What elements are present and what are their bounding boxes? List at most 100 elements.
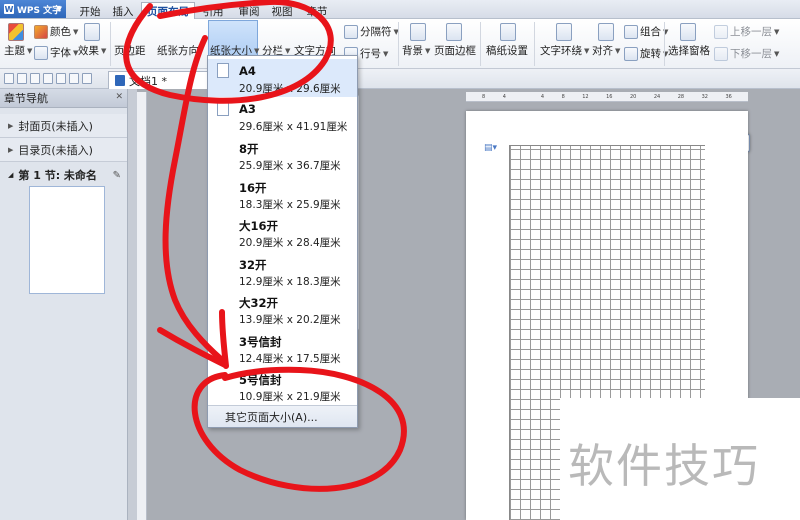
- ruler-tick: 8: [561, 93, 565, 100]
- send-backward-button[interactable]: 下移一层 ▼: [714, 46, 779, 61]
- nav-section-1[interactable]: ◢ 第 1 节: 未命名 ✎: [0, 162, 127, 188]
- paragraph-mark-icon: ▤▾: [484, 143, 498, 153]
- palette-icon: [34, 24, 48, 39]
- watermark-text: 软件技巧: [568, 439, 760, 493]
- paper-dims: 10.9厘米 x 21.9厘米: [239, 391, 341, 403]
- theme-button[interactable]: 主题 ▼: [4, 43, 32, 58]
- export-icon[interactable]: [56, 73, 66, 84]
- save-icon[interactable]: [17, 73, 27, 84]
- ribbon-tab-bar: W WPS 文字 ▼ 开始 插入 页面布局 引用 审阅 视图 章节: [0, 0, 800, 19]
- ribbon-toolbar: 主题 ▼ 颜色 ▼ 字体 ▼ 效果 ▼ 页边距 纸张方向 纸张大小 ▼ 分栏 ▼ 文字方向 …: [0, 19, 800, 152]
- close-icon[interactable]: ✕: [115, 92, 123, 102]
- align-label: 对齐: [592, 45, 613, 57]
- nav-scrollbar[interactable]: [128, 89, 137, 520]
- paper-option-a3[interactable]: A3 29.6厘米 x 41.91厘米: [208, 97, 357, 135]
- tab-page-layout[interactable]: 页面布局: [141, 2, 195, 19]
- tab-view[interactable]: 视图: [267, 3, 297, 19]
- paper-option-a4[interactable]: A4 20.9厘米 x 29.6厘米: [208, 59, 357, 97]
- tab-section[interactable]: 章节: [302, 3, 332, 19]
- print-icon[interactable]: [30, 73, 40, 84]
- selection-pane-button[interactable]: 选择窗格: [668, 43, 710, 58]
- background-label: 背景: [402, 45, 423, 57]
- font-button[interactable]: 字体 ▼: [34, 45, 78, 60]
- paper-dims: 29.6厘米 x 41.91厘米: [239, 121, 348, 133]
- margins-button[interactable]: 页边距: [114, 43, 146, 58]
- vertical-ruler: [137, 92, 147, 520]
- tab-references[interactable]: 引用: [198, 3, 228, 19]
- edit-icon[interactable]: ✎: [113, 170, 121, 181]
- send-backward-icon: [714, 46, 728, 61]
- nav-item-cover[interactable]: ▶ 封面页(未插入): [0, 114, 127, 138]
- effect-label: 效果: [78, 45, 99, 57]
- tab-insert[interactable]: 插入: [108, 3, 138, 19]
- paper-option-envelope-5[interactable]: 5号信封 10.9厘米 x 21.9厘米: [208, 367, 357, 405]
- paper-option-16k[interactable]: 16开 18.3厘米 x 25.9厘米: [208, 175, 357, 213]
- chevron-down-icon: ▼: [56, 5, 62, 13]
- undo-icon[interactable]: [69, 73, 79, 84]
- separator-button[interactable]: 分隔符 ▼: [344, 24, 399, 39]
- other-page-size-button[interactable]: 其它页面大小(A)...: [208, 405, 357, 427]
- ruler-tick: 28: [677, 93, 685, 100]
- text-wrap-button[interactable]: 文字环绕 ▼: [540, 43, 589, 58]
- page-border-icon[interactable]: [446, 23, 462, 41]
- ruler-tick: 4: [540, 93, 545, 100]
- paper-dims: 13.9厘米 x 20.2厘米: [239, 314, 341, 326]
- paper-size-menu: A4 20.9厘米 x 29.6厘米 A3 29.6厘米 x 41.91厘米 8…: [207, 55, 358, 428]
- color-button[interactable]: 颜色 ▼: [34, 24, 78, 39]
- page-border-button[interactable]: 页面边框: [434, 43, 476, 58]
- paper-option-big-32k[interactable]: 大32开 13.9厘米 x 20.2厘米: [208, 290, 357, 328]
- effect-button[interactable]: 效果 ▼: [78, 43, 106, 58]
- document-tab[interactable]: 文档1 *: [108, 71, 208, 89]
- draft-paper-icon[interactable]: [500, 23, 516, 41]
- paper-dims: 18.3厘米 x 25.9厘米: [239, 199, 341, 211]
- nav-header: 章节导航 ✕: [0, 89, 127, 108]
- align-button[interactable]: 对齐 ▼: [592, 43, 620, 58]
- paper-name: A4: [239, 64, 256, 78]
- tab-home[interactable]: 开始: [72, 3, 108, 19]
- page-thumbnail[interactable]: [29, 186, 105, 294]
- print-preview-icon[interactable]: [43, 73, 53, 84]
- paper-name: 8开: [239, 142, 259, 156]
- rotate-icon: [624, 46, 638, 61]
- quick-access-toolbar: 文档1 *: [0, 69, 800, 89]
- paper-option-32k[interactable]: 32开 12.9厘米 x 18.3厘米: [208, 252, 357, 290]
- paper-dims: 25.9厘米 x 36.7厘米: [239, 160, 341, 172]
- orientation-label: 纸张方向: [157, 45, 199, 57]
- text-wrap-icon[interactable]: [556, 23, 572, 41]
- effect-icon[interactable]: [84, 23, 100, 41]
- group-button[interactable]: 组合 ▼: [624, 24, 668, 39]
- group-label: 组合: [640, 26, 661, 38]
- paper-dims: 20.9厘米 x 29.6厘米: [239, 83, 341, 95]
- open-icon[interactable]: [4, 73, 14, 84]
- horizontal-ruler: 8 4 4 8 12 16 20 24 28 32 36: [466, 92, 748, 102]
- paper-dims: 12.4厘米 x 17.5厘米: [239, 353, 341, 365]
- paper-option-8k[interactable]: 8开 25.9厘米 x 36.7厘米: [208, 136, 357, 174]
- redo-icon[interactable]: [82, 73, 92, 84]
- paper-name: 5号信封: [239, 373, 282, 387]
- theme-icon[interactable]: [8, 23, 24, 41]
- text-wrap-label: 文字环绕: [540, 45, 582, 57]
- bring-forward-button[interactable]: 上移一层 ▼: [714, 24, 779, 39]
- background-icon[interactable]: [410, 23, 426, 41]
- chevron-right-icon: ▶: [8, 145, 14, 154]
- paper-name: 16开: [239, 181, 267, 195]
- background-button[interactable]: 背景 ▼: [402, 43, 430, 58]
- app-menu-button[interactable]: W WPS 文字 ▼: [0, 0, 66, 18]
- ruler-tick: 20: [630, 93, 637, 100]
- ruler-tick: 16: [606, 93, 613, 100]
- send-backward-label: 下移一层: [730, 48, 772, 60]
- ruler-tick: 32: [701, 93, 708, 100]
- selection-pane-icon[interactable]: [680, 23, 696, 41]
- align-icon[interactable]: [598, 23, 614, 41]
- tab-review[interactable]: 审阅: [233, 3, 265, 19]
- orientation-button[interactable]: 纸张方向: [157, 43, 199, 58]
- paper-option-big-16k[interactable]: 大16开 20.9厘米 x 28.4厘米: [208, 213, 357, 251]
- color-label: 颜色: [50, 26, 71, 38]
- selection-pane-label: 选择窗格: [668, 45, 710, 57]
- draft-paper-button[interactable]: 稿纸设置: [486, 43, 528, 58]
- paper-dims: 12.9厘米 x 18.3厘米: [239, 276, 341, 288]
- group-icon: [624, 24, 638, 39]
- paper-option-envelope-3[interactable]: 3号信封 12.4厘米 x 17.5厘米: [208, 329, 357, 367]
- rotate-button[interactable]: 旋转 ▼: [624, 46, 668, 61]
- nav-item-toc[interactable]: ▶ 目录页(未插入): [0, 138, 127, 162]
